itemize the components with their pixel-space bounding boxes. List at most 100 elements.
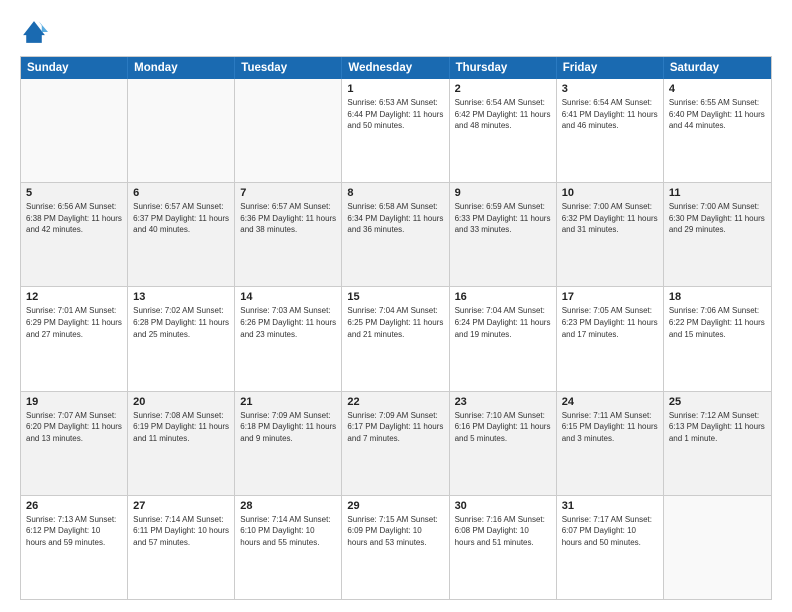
day-cell-29: 29 Sunrise: 7:15 AM Sunset: 6:09 PM Dayli… — [342, 496, 449, 599]
day-cell-28: 28 Sunrise: 7:14 AM Sunset: 6:10 PM Dayli… — [235, 496, 342, 599]
day-info: Sunrise: 6:58 AM Sunset: 6:34 PM Dayligh… — [347, 201, 443, 236]
day-cell-15: 15 Sunrise: 7:04 AM Sunset: 6:25 PM Dayli… — [342, 287, 449, 390]
day-number: 22 — [347, 396, 443, 408]
day-info: Sunrise: 6:54 AM Sunset: 6:42 PM Dayligh… — [455, 97, 551, 132]
day-number: 2 — [455, 83, 551, 95]
day-number: 9 — [455, 187, 551, 199]
empty-cell-r0c0 — [21, 79, 128, 182]
day-cell-3: 3 Sunrise: 6:54 AM Sunset: 6:41 PM Daylig… — [557, 79, 664, 182]
page: SundayMondayTuesdayWednesdayThursdayFrid… — [0, 0, 792, 612]
day-cell-20: 20Sunrise: 7:08 AM Sunset: 6:19 PM Dayli… — [128, 392, 235, 495]
weekday-header-tuesday: Tuesday — [235, 57, 342, 79]
day-info: Sunrise: 6:55 AM Sunset: 6:40 PM Dayligh… — [669, 97, 766, 132]
day-number: 11 — [669, 187, 766, 199]
day-info: Sunrise: 7:11 AM Sunset: 6:15 PM Dayligh… — [562, 410, 658, 445]
day-info: Sunrise: 7:14 AM Sunset: 6:10 PM Dayligh… — [240, 514, 336, 549]
day-number: 25 — [669, 396, 766, 408]
day-cell-5: 5 Sunrise: 6:56 AM Sunset: 6:38 PM Daylig… — [21, 183, 128, 286]
day-number: 7 — [240, 187, 336, 199]
day-number: 19 — [26, 396, 122, 408]
day-info: Sunrise: 7:00 AM Sunset: 6:30 PM Dayligh… — [669, 201, 766, 236]
calendar-row-3: 19 Sunrise: 7:07 AM Sunset: 6:20 PM Dayli… — [21, 391, 771, 495]
day-cell-31: 31 Sunrise: 7:17 AM Sunset: 6:07 PM Dayli… — [557, 496, 664, 599]
day-info: Sunrise: 7:16 AM Sunset: 6:08 PM Dayligh… — [455, 514, 551, 549]
day-number: 23 — [455, 396, 551, 408]
day-cell-26: 26 Sunrise: 7:13 AM Sunset: 6:12 PM Dayli… — [21, 496, 128, 599]
day-cell-17: 17 Sunrise: 7:05 AM Sunset: 6:23 PM Dayli… — [557, 287, 664, 390]
weekday-header-saturday: Saturday — [664, 57, 771, 79]
day-info: Sunrise: 7:14 AM Sunset: 6:11 PM Dayligh… — [133, 514, 229, 549]
empty-cell-r4c6 — [664, 496, 771, 599]
day-info: Sunrise: 7:04 AM Sunset: 6:25 PM Dayligh… — [347, 305, 443, 340]
day-info: Sunrise: 7:13 AM Sunset: 6:12 PM Dayligh… — [26, 514, 122, 549]
day-cell-13: 13Sunrise: 7:02 AM Sunset: 6:28 PM Dayli… — [128, 287, 235, 390]
day-number: 3 — [562, 83, 658, 95]
weekday-header-wednesday: Wednesday — [342, 57, 449, 79]
weekday-header-friday: Friday — [557, 57, 664, 79]
day-number: 26 — [26, 500, 122, 512]
day-info: Sunrise: 6:57 AM Sunset: 6:36 PM Dayligh… — [240, 201, 336, 236]
day-cell-14: 14 Sunrise: 7:03 AM Sunset: 6:26 PM Dayli… — [235, 287, 342, 390]
day-number: 30 — [455, 500, 551, 512]
day-cell-6: 6 Sunrise: 6:57 AM Sunset: 6:37 PM Daylig… — [128, 183, 235, 286]
day-cell-2: 2 Sunrise: 6:54 AM Sunset: 6:42 PM Daylig… — [450, 79, 557, 182]
day-info: Sunrise: 6:53 AM Sunset: 6:44 PM Dayligh… — [347, 97, 443, 132]
day-cell-18: 18 Sunrise: 7:06 AM Sunset: 6:22 PM Dayli… — [664, 287, 771, 390]
day-cell-30: 30 Sunrise: 7:16 AM Sunset: 6:08 PM Dayli… — [450, 496, 557, 599]
day-info: Sunrise: 7:06 AM Sunset: 6:22 PM Dayligh… — [669, 305, 766, 340]
day-number: 14 — [240, 291, 336, 303]
weekday-header-sunday: Sunday — [21, 57, 128, 79]
day-info: Sunrise: 6:54 AM Sunset: 6:41 PM Dayligh… — [562, 97, 658, 132]
day-info: Sunrise: 6:57 AM Sunset: 6:37 PM Dayligh… — [133, 201, 229, 236]
day-number: 4 — [669, 83, 766, 95]
day-cell-21: 21 Sunrise: 7:09 AM Sunset: 6:18 PM Dayli… — [235, 392, 342, 495]
day-number: 8 — [347, 187, 443, 199]
day-cell-7: 7 Sunrise: 6:57 AM Sunset: 6:36 PM Daylig… — [235, 183, 342, 286]
day-cell-9: 9 Sunrise: 6:59 AM Sunset: 6:33 PM Daylig… — [450, 183, 557, 286]
day-info: Sunrise: 7:07 AM Sunset: 6:20 PM Dayligh… — [26, 410, 122, 445]
calendar-body: 1 Sunrise: 6:53 AM Sunset: 6:44 PM Daylig… — [21, 79, 771, 599]
day-cell-23: 23 Sunrise: 7:10 AM Sunset: 6:16 PM Dayli… — [450, 392, 557, 495]
day-info: Sunrise: 6:56 AM Sunset: 6:38 PM Dayligh… — [26, 201, 122, 236]
day-info: Sunrise: 7:15 AM Sunset: 6:09 PM Dayligh… — [347, 514, 443, 549]
day-cell-22: 22 Sunrise: 7:09 AM Sunset: 6:17 PM Dayli… — [342, 392, 449, 495]
day-number: 15 — [347, 291, 443, 303]
day-info: Sunrise: 7:00 AM Sunset: 6:32 PM Dayligh… — [562, 201, 658, 236]
day-info: Sunrise: 7:17 AM Sunset: 6:07 PM Dayligh… — [562, 514, 658, 549]
day-cell-1: 1 Sunrise: 6:53 AM Sunset: 6:44 PM Daylig… — [342, 79, 449, 182]
day-number: 6 — [133, 187, 229, 199]
day-cell-10: 10Sunrise: 7:00 AM Sunset: 6:32 PM Dayli… — [557, 183, 664, 286]
day-number: 28 — [240, 500, 336, 512]
calendar: SundayMondayTuesdayWednesdayThursdayFrid… — [20, 56, 772, 600]
day-info: Sunrise: 7:04 AM Sunset: 6:24 PM Dayligh… — [455, 305, 551, 340]
day-info: Sunrise: 7:09 AM Sunset: 6:17 PM Dayligh… — [347, 410, 443, 445]
day-number: 17 — [562, 291, 658, 303]
day-number: 5 — [26, 187, 122, 199]
day-info: Sunrise: 7:08 AM Sunset: 6:19 PM Dayligh… — [133, 410, 229, 445]
calendar-row-4: 26 Sunrise: 7:13 AM Sunset: 6:12 PM Dayli… — [21, 495, 771, 599]
day-number: 1 — [347, 83, 443, 95]
header — [20, 18, 772, 46]
day-cell-25: 25Sunrise: 7:12 AM Sunset: 6:13 PM Dayli… — [664, 392, 771, 495]
day-number: 16 — [455, 291, 551, 303]
day-info: Sunrise: 6:59 AM Sunset: 6:33 PM Dayligh… — [455, 201, 551, 236]
day-cell-16: 16 Sunrise: 7:04 AM Sunset: 6:24 PM Dayli… — [450, 287, 557, 390]
day-cell-8: 8 Sunrise: 6:58 AM Sunset: 6:34 PM Daylig… — [342, 183, 449, 286]
day-number: 27 — [133, 500, 229, 512]
day-info: Sunrise: 7:05 AM Sunset: 6:23 PM Dayligh… — [562, 305, 658, 340]
day-number: 21 — [240, 396, 336, 408]
day-info: Sunrise: 7:09 AM Sunset: 6:18 PM Dayligh… — [240, 410, 336, 445]
day-number: 31 — [562, 500, 658, 512]
day-number: 29 — [347, 500, 443, 512]
calendar-header: SundayMondayTuesdayWednesdayThursdayFrid… — [21, 57, 771, 79]
logo — [20, 18, 52, 46]
calendar-row-1: 5 Sunrise: 6:56 AM Sunset: 6:38 PM Daylig… — [21, 182, 771, 286]
day-info: Sunrise: 7:02 AM Sunset: 6:28 PM Dayligh… — [133, 305, 229, 340]
day-info: Sunrise: 7:03 AM Sunset: 6:26 PM Dayligh… — [240, 305, 336, 340]
empty-cell-r0c1 — [128, 79, 235, 182]
day-number: 24 — [562, 396, 658, 408]
day-info: Sunrise: 7:10 AM Sunset: 6:16 PM Dayligh… — [455, 410, 551, 445]
day-number: 12 — [26, 291, 122, 303]
day-number: 18 — [669, 291, 766, 303]
day-cell-27: 27 Sunrise: 7:14 AM Sunset: 6:11 PM Dayli… — [128, 496, 235, 599]
